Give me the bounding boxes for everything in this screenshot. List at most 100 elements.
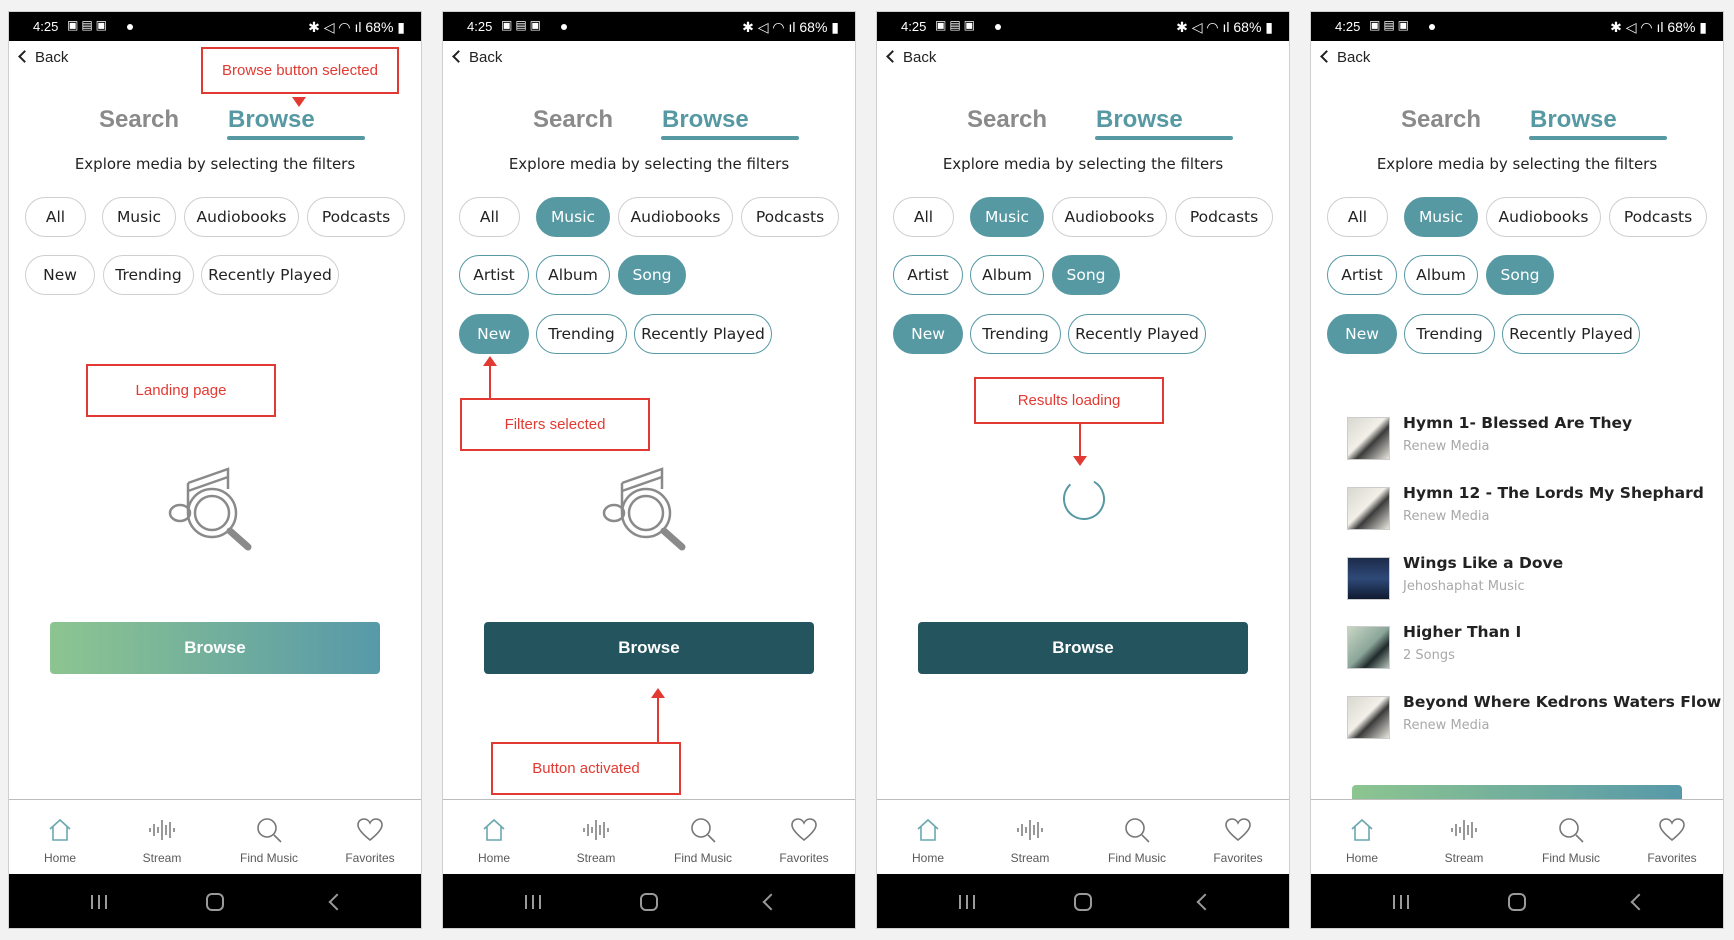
tab-browse[interactable]: Browse <box>228 106 315 134</box>
chip-audiobooks[interactable]: Audiobooks <box>618 197 733 237</box>
nav-home[interactable]: Home <box>10 800 110 880</box>
home-system-icon[interactable] <box>640 893 658 911</box>
chip-trending[interactable]: Trending <box>970 314 1061 354</box>
chip-recently-played[interactable]: Recently Played <box>1068 314 1206 354</box>
back-button[interactable]: Back <box>18 49 68 66</box>
nav-stream[interactable]: Stream <box>1414 800 1514 880</box>
result-item[interactable]: Wings Like a Dove Jehoshaphat Music <box>1347 552 1707 600</box>
nav-find-music[interactable]: Find Music <box>1521 800 1621 880</box>
result-item[interactable]: Beyond Where Kedrons Waters Flow Renew M… <box>1347 691 1721 739</box>
status-time: 4:25 <box>33 19 59 34</box>
annotation-arrow-line <box>489 364 491 398</box>
nav-find-music[interactable]: Find Music <box>219 800 319 880</box>
loading-spinner <box>1063 478 1105 520</box>
chip-podcasts[interactable]: Podcasts <box>307 197 405 237</box>
result-item[interactable]: Hymn 12 - The Lords My Shephard Renew Me… <box>1347 482 1707 530</box>
chip-podcasts[interactable]: Podcasts <box>741 197 839 237</box>
nav-stream-label: Stream <box>1010 851 1050 865</box>
browse-button[interactable]: Browse <box>918 622 1248 674</box>
chip-song[interactable]: Song <box>1486 255 1554 295</box>
chip-album[interactable]: Album <box>536 255 610 295</box>
result-subtitle: Renew Media <box>1403 439 1490 454</box>
home-system-icon[interactable] <box>206 893 224 911</box>
chip-new[interactable]: New <box>459 314 529 354</box>
recent-apps-icon[interactable] <box>525 895 541 909</box>
back-button[interactable]: Back <box>886 49 936 66</box>
recent-apps-icon[interactable] <box>1393 895 1409 909</box>
chip-podcasts[interactable]: Podcasts <box>1609 197 1707 237</box>
nav-favorites[interactable]: Favorites <box>1622 800 1722 880</box>
recent-apps-icon[interactable] <box>959 895 975 909</box>
back-system-icon[interactable] <box>1630 893 1648 911</box>
home-system-icon[interactable] <box>1074 893 1092 911</box>
tab-search[interactable]: Search <box>967 106 1047 134</box>
chip-music[interactable]: Music <box>970 197 1044 237</box>
tab-browse[interactable]: Browse <box>1530 106 1617 134</box>
phone-screen-results: 4:25 ▣▤▣ ✱ ◁ ◠ ıl 68% ▮ Back Search Brow… <box>1310 11 1724 929</box>
nav-stream[interactable]: Stream <box>546 800 646 880</box>
home-system-icon[interactable] <box>1508 893 1526 911</box>
nav-favorites[interactable]: Favorites <box>320 800 420 880</box>
back-system-icon[interactable] <box>762 893 780 911</box>
chip-song[interactable]: Song <box>618 255 686 295</box>
chip-recently-played[interactable]: Recently Played <box>1502 314 1640 354</box>
chip-new[interactable]: New <box>893 314 963 354</box>
tab-search[interactable]: Search <box>99 106 179 134</box>
tab-browse[interactable]: Browse <box>662 106 749 134</box>
recent-apps-icon[interactable] <box>91 895 107 909</box>
chip-all[interactable]: All <box>25 197 86 237</box>
result-subtitle: Renew Media <box>1403 509 1490 524</box>
chip-recently-played[interactable]: Recently Played <box>201 255 339 295</box>
tab-browse-underline <box>227 136 365 140</box>
chip-artist[interactable]: Artist <box>893 255 963 295</box>
result-item[interactable]: Hymn 1- Blessed Are They Renew Media <box>1347 412 1707 460</box>
annotation-landing-page: Landing page <box>86 364 276 417</box>
chip-music[interactable]: Music <box>536 197 610 237</box>
chip-audiobooks[interactable]: Audiobooks <box>1052 197 1167 237</box>
chip-new[interactable]: New <box>25 255 95 295</box>
chip-podcasts[interactable]: Podcasts <box>1175 197 1273 237</box>
back-button[interactable]: Back <box>1320 49 1370 66</box>
nav-favorites[interactable]: Favorites <box>1188 800 1288 880</box>
back-system-icon[interactable] <box>328 893 346 911</box>
tab-search[interactable]: Search <box>1401 106 1481 134</box>
nav-home[interactable]: Home <box>444 800 544 880</box>
chip-trending[interactable]: Trending <box>1404 314 1495 354</box>
chip-all[interactable]: All <box>459 197 520 237</box>
nav-favorites-label: Favorites <box>345 851 395 865</box>
chip-music[interactable]: Music <box>1404 197 1478 237</box>
chip-music[interactable]: Music <box>102 197 176 237</box>
chip-all[interactable]: All <box>1327 197 1388 237</box>
nav-find-music[interactable]: Find Music <box>653 800 753 880</box>
bottom-nav: Home Stream Find Music Favorites <box>1311 799 1723 886</box>
status-time: 4:25 <box>467 19 493 34</box>
chip-new[interactable]: New <box>1327 314 1397 354</box>
chip-audiobooks[interactable]: Audiobooks <box>1486 197 1601 237</box>
chip-artist[interactable]: Artist <box>459 255 529 295</box>
nav-stream[interactable]: Stream <box>980 800 1080 880</box>
nav-stream[interactable]: Stream <box>112 800 212 880</box>
chip-artist[interactable]: Artist <box>1327 255 1397 295</box>
chip-trending[interactable]: Trending <box>536 314 627 354</box>
back-system-icon[interactable] <box>1196 893 1214 911</box>
nav-home[interactable]: Home <box>1312 800 1412 880</box>
chip-trending[interactable]: Trending <box>103 255 194 295</box>
back-button[interactable]: Back <box>452 49 502 66</box>
chip-all[interactable]: All <box>893 197 954 237</box>
result-item[interactable]: Higher Than I 2 Songs <box>1347 621 1707 669</box>
status-battery: ✱ ◁ ◠ ıl 68% ▮ <box>1176 19 1273 35</box>
tab-browse[interactable]: Browse <box>1096 106 1183 134</box>
tab-search[interactable]: Search <box>533 106 613 134</box>
chip-album[interactable]: Album <box>1404 255 1478 295</box>
search-icon <box>1125 818 1150 843</box>
chip-recently-played[interactable]: Recently Played <box>634 314 772 354</box>
browse-button[interactable]: Browse <box>484 622 814 674</box>
nav-favorites[interactable]: Favorites <box>754 800 854 880</box>
nav-home[interactable]: Home <box>878 800 978 880</box>
browse-button[interactable]: Browse <box>50 622 380 674</box>
chip-song[interactable]: Song <box>1052 255 1120 295</box>
chip-audiobooks[interactable]: Audiobooks <box>184 197 299 237</box>
nav-find-music[interactable]: Find Music <box>1087 800 1187 880</box>
status-battery: ✱ ◁ ◠ ıl 68% ▮ <box>1610 19 1707 35</box>
chip-album[interactable]: Album <box>970 255 1044 295</box>
